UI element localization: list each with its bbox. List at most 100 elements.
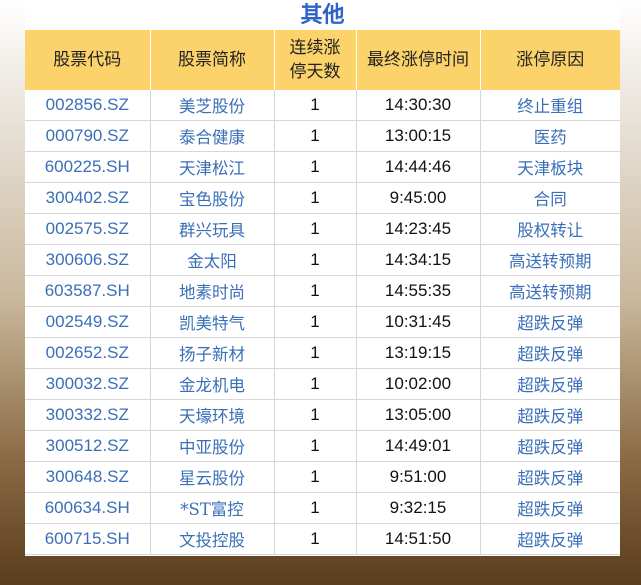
stock-code-cell: 300402.SZ [25,182,151,214]
stock-name-cell: 文投控股 [150,523,275,555]
limit-up-table: 股票代码 股票简称 连续涨 停天数 最终涨停时间 涨停原因 002856.SZ 美… [25,30,620,555]
streak-days-cell: 1 [274,90,357,121]
stock-code-cell: 300512.SZ [25,430,151,462]
table-row: 002549.SZ 凯美特气 1 10:31:45 超跌反弹 [25,306,620,338]
limit-up-reason-cell: 超跌反弹 [480,337,620,369]
limit-up-time-cell: 10:02:00 [356,368,481,400]
streak-days-cell: 1 [274,275,357,307]
table-row: 300402.SZ 宝色股份 1 9:45:00 合同 [25,182,620,214]
table-body: 002856.SZ 美芝股份 1 14:30:30 终止重组 000790.SZ 泰合健康 1… [25,90,620,555]
streak-days-cell: 1 [274,120,357,152]
stock-code-cell: 300032.SZ [25,368,151,400]
stock-name-cell: 天津松江 [150,151,275,183]
table-panel: 其他 股票代码 股票简称 连续涨 停天数 最终涨停时间 涨停原因 002856.… [25,0,620,556]
streak-days-cell: 1 [274,337,357,369]
table-row: 600225.SH 天津松江 1 14:44:46 天津板块 [25,151,620,183]
header-reason: 涨停原因 [480,30,620,90]
table-row: 603587.SH 地素时尚 1 14:55:35 高送转预期 [25,275,620,307]
streak-days-cell: 1 [274,523,357,555]
limit-up-time-cell: 9:45:00 [356,182,481,214]
header-name: 股票简称 [150,30,275,90]
streak-days-cell: 1 [274,306,357,338]
header-code: 股票代码 [25,30,151,90]
limit-up-reason-cell: 超跌反弹 [480,306,620,338]
limit-up-time-cell: 13:00:15 [356,120,481,152]
streak-days-cell: 1 [274,182,357,214]
limit-up-reason-cell: 超跌反弹 [480,492,620,524]
stock-code-cell: 300332.SZ [25,399,151,431]
limit-up-time-cell: 10:31:45 [356,306,481,338]
limit-up-time-cell: 14:55:35 [356,275,481,307]
stock-name-cell: 地素时尚 [150,275,275,307]
stock-code-cell: 002856.SZ [25,90,151,121]
limit-up-reason-cell: 超跌反弹 [480,523,620,555]
streak-days-cell: 1 [274,430,357,462]
stock-code-cell: 600634.SH [25,492,151,524]
stock-code-cell: 300606.SZ [25,244,151,276]
table-title: 其他 [300,2,345,28]
table-row: 300648.SZ 星云股份 1 9:51:00 超跌反弹 [25,461,620,493]
table-row: 002856.SZ 美芝股份 1 14:30:30 终止重组 [25,90,620,121]
limit-up-time-cell: 14:30:30 [356,90,481,121]
limit-up-time-cell: 9:32:15 [356,492,481,524]
header-days-line1: 连续涨 [289,38,341,58]
stock-name-cell: 美芝股份 [150,90,275,121]
limit-up-time-cell: 13:19:15 [356,337,481,369]
stock-name-cell: 金龙机电 [150,368,275,400]
streak-days-cell: 1 [274,151,357,183]
stock-name-cell: *ST富控 [150,492,275,524]
table-row: 600634.SH *ST富控 1 9:32:15 超跌反弹 [25,492,620,524]
table-row: 000790.SZ 泰合健康 1 13:00:15 医药 [25,120,620,152]
limit-up-time-cell: 14:34:15 [356,244,481,276]
limit-up-time-cell: 14:49:01 [356,430,481,462]
table-row: 600715.SH 文投控股 1 14:51:50 超跌反弹 [25,523,620,555]
limit-up-reason-cell: 超跌反弹 [480,430,620,462]
stock-code-cell: 000790.SZ [25,120,151,152]
streak-days-cell: 1 [274,399,357,431]
stock-code-cell: 002652.SZ [25,337,151,369]
stock-name-cell: 扬子新材 [150,337,275,369]
limit-up-reason-cell: 股权转让 [480,213,620,245]
streak-days-cell: 1 [274,213,357,245]
stock-code-cell: 603587.SH [25,275,151,307]
limit-up-reason-cell: 天津板块 [480,151,620,183]
stock-name-cell: 泰合健康 [150,120,275,152]
header-days-line2: 停天数 [289,62,341,82]
limit-up-reason-cell: 合同 [480,182,620,214]
table-row: 300606.SZ 金太阳 1 14:34:15 高送转预期 [25,244,620,276]
limit-up-time-cell: 14:23:45 [356,213,481,245]
stock-name-cell: 凯美特气 [150,306,275,338]
stock-code-cell: 300648.SZ [25,461,151,493]
limit-up-time-cell: 9:51:00 [356,461,481,493]
limit-up-reason-cell: 超跌反弹 [480,368,620,400]
table-row: 002652.SZ 扬子新材 1 13:19:15 超跌反弹 [25,337,620,369]
table-row: 300332.SZ 天壕环境 1 13:05:00 超跌反弹 [25,399,620,431]
limit-up-time-cell: 14:44:46 [356,151,481,183]
streak-days-cell: 1 [274,244,357,276]
stock-name-cell: 金太阳 [150,244,275,276]
header-time: 最终涨停时间 [356,30,481,90]
streak-days-cell: 1 [274,461,357,493]
table-row: 300032.SZ 金龙机电 1 10:02:00 超跌反弹 [25,368,620,400]
stock-name-cell: 天壕环境 [150,399,275,431]
streak-days-cell: 1 [274,368,357,400]
streak-days-cell: 1 [274,492,357,524]
stock-code-cell: 002549.SZ [25,306,151,338]
limit-up-reason-cell: 医药 [480,120,620,152]
limit-up-reason-cell: 超跌反弹 [480,399,620,431]
limit-up-reason-cell: 高送转预期 [480,244,620,276]
stock-name-cell: 宝色股份 [150,182,275,214]
limit-up-reason-cell: 高送转预期 [480,275,620,307]
header-days: 连续涨 停天数 [274,30,357,90]
stock-code-cell: 600225.SH [25,151,151,183]
stock-name-cell: 群兴玩具 [150,213,275,245]
stock-code-cell: 002575.SZ [25,213,151,245]
limit-up-reason-cell: 超跌反弹 [480,461,620,493]
header-row: 股票代码 股票简称 连续涨 停天数 最终涨停时间 涨停原因 [25,30,620,90]
stock-code-cell: 600715.SH [25,523,151,555]
table-row: 002575.SZ 群兴玩具 1 14:23:45 股权转让 [25,213,620,245]
limit-up-time-cell: 14:51:50 [356,523,481,555]
stock-name-cell: 中亚股份 [150,430,275,462]
limit-up-time-cell: 13:05:00 [356,399,481,431]
stock-name-cell: 星云股份 [150,461,275,493]
